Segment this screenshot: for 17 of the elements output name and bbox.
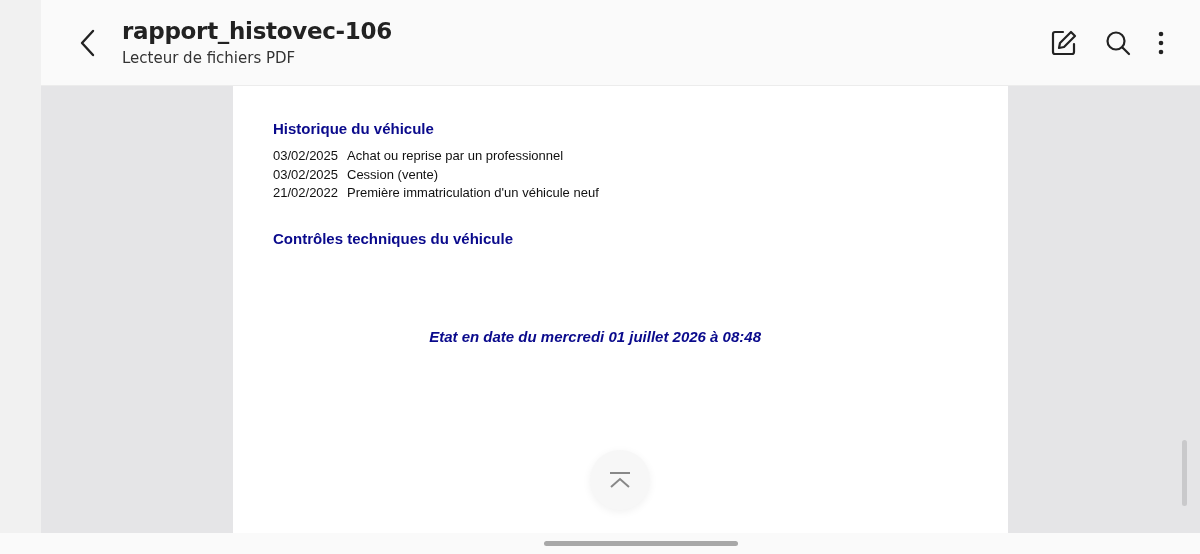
scroll-to-top-icon	[609, 471, 631, 489]
entry-event: Première immatriculation d'un véhicule neuf	[347, 184, 599, 202]
entry-event: Cession (vente)	[347, 165, 439, 184]
entry-date: 03/02/2025	[273, 147, 340, 165]
report-date: Etat en date du mercredi 01 juillet 2026 à 08:48	[429, 327, 761, 345]
scrollbar[interactable]	[1182, 440, 1187, 506]
edit-icon[interactable]	[1050, 28, 1078, 57]
document-title: rapport_histovec-106	[122, 18, 393, 44]
section-heading: Historique du véhicule	[273, 120, 434, 137]
section-heading: Contrôles techniques du véhicule	[273, 229, 514, 247]
search-icon[interactable]	[1105, 29, 1131, 56]
entry-date: 21/02/2022	[273, 184, 340, 202]
app-subtitle: Lecteur de fichiers PDF	[122, 49, 297, 67]
entry-event: Achat ou reprise par un professionnel	[347, 147, 564, 165]
entry-date: 03/02/2025	[273, 165, 340, 184]
more-icon[interactable]	[1158, 30, 1164, 55]
back-icon[interactable]	[79, 28, 95, 57]
